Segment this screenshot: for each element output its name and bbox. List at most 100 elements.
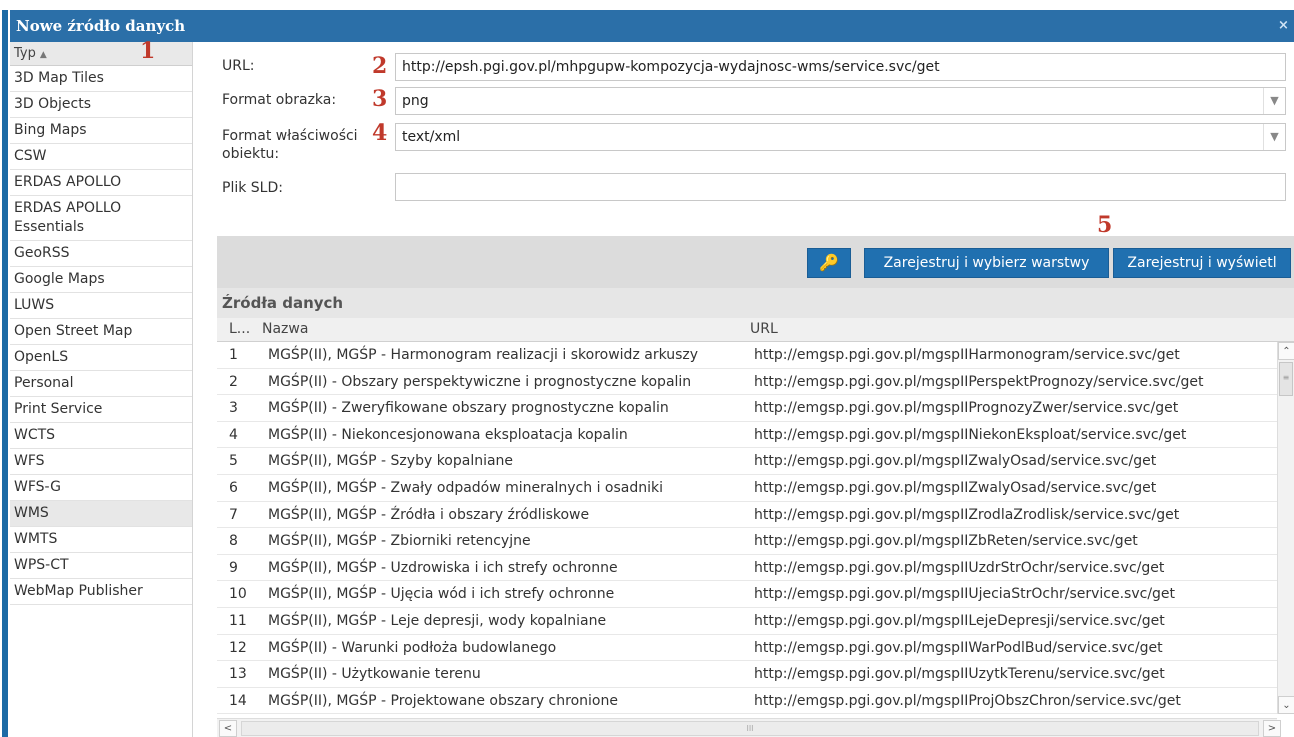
type-column-header[interactable]: Typ ▲ — [10, 42, 192, 66]
row-number: 1 — [229, 347, 238, 363]
sidebar-item[interactable]: Bing Maps — [10, 118, 192, 144]
sidebar-item[interactable]: WebMap Publisher — [10, 579, 192, 605]
column-header-url[interactable]: URL — [750, 321, 778, 337]
close-icon[interactable]: × — [1278, 10, 1292, 42]
sidebar-item[interactable]: LUWS — [10, 293, 192, 319]
data-sources-title: Źródła danych — [217, 288, 1294, 318]
table-row[interactable]: 9 MGŚP(II), MGŚP - Uzdrowiska i ich stref… — [217, 555, 1277, 582]
credentials-button[interactable]: 🔑 — [807, 248, 851, 278]
sidebar-item[interactable]: WMTS — [10, 527, 192, 553]
vertical-scroll-thumb[interactable]: ≡ — [1279, 362, 1293, 396]
column-header-name[interactable]: Nazwa — [262, 321, 308, 337]
sidebar-item[interactable]: 3D Objects — [10, 92, 192, 118]
row-number: 13 — [229, 666, 247, 683]
action-toolbar: 🔑 Zarejestruj i wybierz warstwy Zarejest… — [217, 236, 1294, 288]
sidebar-item[interactable]: Google Maps — [10, 267, 192, 293]
sidebar-item[interactable]: ERDAS APOLLO — [10, 170, 192, 196]
chevron-down-icon[interactable]: ▼ — [1263, 124, 1285, 150]
table-row[interactable]: 11 MGŚP(II), MGŚP - Leje depresji, wody k… — [217, 608, 1277, 635]
row-name: MGŚP(II) - Użytkowanie terenu — [268, 666, 481, 683]
table-row[interactable]: 13 MGŚP(II) - Użytkowanie terenu http://em… — [217, 661, 1277, 688]
data-sources-grid: Źródła danych L... Nazwa URL 1 MGŚP(II), … — [217, 288, 1294, 737]
row-name: MGŚP(II), MGŚP - Źródła i obszary źródli… — [268, 506, 590, 523]
row-url: http://emgsp.pgi.gov.pl/mgspIIZbReten/se… — [754, 533, 1138, 550]
row-url: http://emgsp.pgi.gov.pl/mgspIIZwalyOsad/… — [754, 453, 1157, 470]
row-url: http://emgsp.pgi.gov.pl/mgspIIUzytkTeren… — [754, 666, 1165, 683]
type-header-label: Typ — [14, 46, 36, 61]
table-row[interactable]: 5 MGŚP(II), MGŚP - Szyby kopalniane http:/… — [217, 448, 1277, 475]
table-row[interactable]: 1 MGŚP(II), MGŚP - Harmonogram realizacji… — [217, 342, 1277, 369]
table-row[interactable]: 3 MGŚP(II) - Zweryfikowane obszary progno… — [217, 395, 1277, 422]
row-name: MGŚP(II), MGŚP - Szyby kopalniane — [268, 453, 514, 470]
sidebar-item[interactable]: Open Street Map — [10, 319, 192, 345]
scroll-left-icon[interactable]: < — [219, 720, 237, 737]
sidebar-item[interactable]: WPS-CT — [10, 553, 192, 579]
type-list: 3D Map Tiles 3D Objects Bing Maps CSW ERDAS … — [10, 66, 192, 605]
sidebar-item[interactable]: Print Service — [10, 397, 192, 423]
sidebar-item[interactable]: ERDAS APOLLO Essentials — [10, 196, 192, 241]
row-number: 5 — [229, 453, 238, 470]
chevron-down-icon[interactable]: ▼ — [1263, 88, 1285, 114]
dialog-titlebar: Nowe źródło danych × — [10, 10, 1294, 42]
scroll-right-icon[interactable]: > — [1263, 720, 1281, 737]
row-url: http://emgsp.pgi.gov.pl/mgspIIUjeciaStrO… — [754, 586, 1176, 603]
row-url: http://emgsp.pgi.gov.pl/mgspIIHarmonogra… — [754, 347, 1180, 363]
register-select-layers-button[interactable]: Zarejestruj i wybierz warstwy — [864, 248, 1109, 278]
sidebar-item[interactable]: 3D Map Tiles — [10, 66, 192, 92]
sidebar-item[interactable]: WFS-G — [10, 475, 192, 501]
table-row[interactable]: 4 MGŚP(II) - Niekoncesjonowana eksploatac… — [217, 422, 1277, 449]
sidebar-item[interactable]: WCTS — [10, 423, 192, 449]
url-label: URL: — [222, 58, 255, 74]
annotation-marker-2: 2 — [372, 53, 388, 79]
row-name: MGŚP(II), MGŚP - Zwały odpadów mineralny… — [268, 479, 663, 496]
horizontal-scroll-thumb[interactable]: III — [241, 721, 1259, 736]
sld-file-label: Plik SLD: — [222, 180, 283, 196]
key-icon: 🔑 — [819, 253, 839, 272]
row-url: http://emgsp.pgi.gov.pl/mgspIIZrodlaZrod… — [754, 506, 1180, 523]
url-input[interactable]: http://epsh.pgi.gov.pl/mhpgupw-kompozycj… — [395, 53, 1286, 81]
row-number: 6 — [229, 479, 238, 496]
row-name: MGŚP(II), MGŚP - Uzdrowiska i ich strefy… — [268, 559, 618, 576]
sld-file-input[interactable] — [395, 173, 1286, 201]
image-format-select[interactable]: png ▼ — [395, 87, 1286, 115]
table-row[interactable]: 6 MGŚP(II), MGŚP - Zwały odpadów mineraln… — [217, 475, 1277, 502]
table-row[interactable]: 12 MGŚP(II) - Warunki podłoża budowlanego… — [217, 635, 1277, 662]
column-header-number[interactable]: L... — [229, 321, 250, 337]
horizontal-scrollbar[interactable]: < III > — [217, 718, 1281, 737]
sidebar-item[interactable]: CSW — [10, 144, 192, 170]
row-url: http://emgsp.pgi.gov.pl/mgspIIProjObszCh… — [754, 692, 1181, 709]
type-sidebar: Typ ▲ 3D Map Tiles 3D Objects Bing Maps CSW E… — [10, 42, 193, 737]
row-number: 11 — [229, 612, 247, 629]
window-edge-bar — [2, 10, 8, 737]
row-number: 14 — [229, 692, 247, 709]
row-number: 12 — [229, 639, 247, 656]
row-url: http://emgsp.pgi.gov.pl/mgspIILejeDepres… — [754, 612, 1165, 629]
sidebar-item[interactable]: WFS — [10, 449, 192, 475]
feature-format-value: text/xml — [402, 129, 461, 145]
table-row[interactable]: 2 MGŚP(II) - Obszary perspektywiczne i pr… — [217, 369, 1277, 396]
row-number: 8 — [229, 533, 238, 550]
table-row[interactable]: 14 MGŚP(II), MGŚP - Projektowane obszary … — [217, 688, 1277, 715]
scroll-down-icon[interactable]: ⌄ — [1278, 696, 1294, 714]
feature-format-select[interactable]: text/xml ▼ — [395, 123, 1286, 151]
row-name: MGŚP(II) - Niekoncesjonowana eksploatacj… — [268, 426, 628, 443]
row-url: http://emgsp.pgi.gov.pl/mgspIIZwalyOsad/… — [754, 479, 1157, 496]
grid-header: L... Nazwa URL — [217, 318, 1294, 342]
row-url: http://emgsp.pgi.gov.pl/mgspIIWarPodlBud… — [754, 639, 1163, 656]
vertical-scrollbar[interactable]: ⌃ ≡ ⌄ — [1277, 342, 1294, 714]
sidebar-item[interactable]: OpenLS — [10, 345, 192, 371]
image-format-label: Format obrazka: — [222, 92, 337, 108]
table-row[interactable]: 10 MGŚP(II), MGŚP - Ujęcia wód i ich stre… — [217, 581, 1277, 608]
row-number: 10 — [229, 586, 247, 603]
sidebar-item[interactable]: Personal — [10, 371, 192, 397]
feature-format-label: Format właściwości obiektu: — [222, 128, 358, 162]
register-show-button[interactable]: Zarejestruj i wyświetl — [1113, 248, 1291, 278]
table-row[interactable]: 7 MGŚP(II), MGŚP - Źródła i obszary źródl… — [217, 502, 1277, 529]
sidebar-item[interactable]: WMS — [10, 501, 192, 527]
row-url: http://emgsp.pgi.gov.pl/mgspIIPerspektPr… — [754, 373, 1204, 390]
window-left-edge — [0, 0, 10, 737]
scroll-up-icon[interactable]: ⌃ — [1278, 342, 1294, 360]
table-row[interactable]: 8 MGŚP(II), MGŚP - Zbiorniki retencyjne ht… — [217, 528, 1277, 555]
sidebar-item[interactable]: GeoRSS — [10, 241, 192, 267]
row-name: MGŚP(II), MGŚP - Ujęcia wód i ich strefy… — [268, 586, 615, 603]
